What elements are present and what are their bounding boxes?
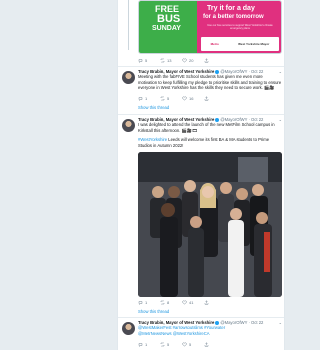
like-count: 16 [189, 96, 194, 101]
share-icon [204, 58, 209, 63]
avatar[interactable] [122, 119, 135, 132]
tweet-actions: 5 13 20 [138, 58, 248, 64]
verified-badge-icon [215, 117, 220, 122]
retweet-icon [160, 58, 165, 63]
heart-icon [182, 58, 187, 63]
share-button[interactable] [204, 96, 209, 101]
ad-sponsor-strip: Metro West Yorkshire Mayor [201, 37, 279, 51]
like-button[interactable]: 5 [182, 342, 191, 347]
ad-bus-text: BUS [157, 13, 181, 25]
like-button[interactable]: 41 [182, 300, 193, 305]
share-button[interactable] [204, 58, 209, 63]
author-handle[interactable]: @MayorOfWY · Oct 22 [220, 320, 263, 325]
like-count: 41 [189, 300, 194, 305]
reply-count: 1 [145, 342, 148, 347]
author-name[interactable]: Tracy Brabin, Mayor of West Yorkshire [138, 320, 214, 325]
retweet-button[interactable]: 5 [160, 96, 169, 101]
twitter-timeline: FREE BUS SUNDAY Try it for a day for a b… [117, 0, 285, 350]
show-thread-link[interactable]: Show this thread [138, 105, 169, 110]
share-button[interactable] [204, 300, 209, 305]
author-handle[interactable]: @MayorOfWY · Oct 22 [220, 117, 263, 122]
sponsor-metro-logo: Metro [210, 42, 219, 46]
reply-count: 1 [145, 96, 148, 101]
share-icon [204, 96, 209, 101]
chevron-down-icon[interactable]: ⌄ [279, 320, 282, 325]
hashtag-link[interactable]: @WestMakerFest #arrowsoutslims #Yourwate… [138, 325, 238, 336]
tweet-text: I was delighted to attend the launch of … [138, 122, 275, 133]
ad-sunday-text: SUNDAY [152, 25, 181, 32]
chevron-down-icon[interactable]: ⌄ [279, 117, 282, 122]
share-button[interactable] [204, 342, 209, 347]
share-icon [204, 342, 209, 347]
reply-count: 1 [145, 300, 148, 305]
sponsor-mayor-logo: West Yorkshire Mayor [238, 42, 270, 46]
tweet-actions: 1 8 41 [138, 300, 248, 306]
author-handle[interactable]: @MayorOfWY · Oct 22 [220, 69, 263, 74]
reply-count: 5 [145, 58, 148, 63]
tweet-free-bus-sunday[interactable]: FREE BUS SUNDAY Try it for a day for a b… [118, 0, 284, 67]
ad-headline-1: Try it for a day [207, 5, 255, 12]
retweet-count: 5 [167, 96, 170, 101]
ad-pink-panel: Try it for a day for a better tomorrow U… [197, 1, 281, 53]
author-name[interactable]: Tracy Brabin, Mayor of West Yorkshire [138, 117, 214, 122]
avatar[interactable] [122, 322, 135, 335]
retweet-icon [160, 342, 165, 347]
free-bus-sunday-ad-image[interactable]: FREE BUS SUNDAY Try it for a day for a b… [138, 0, 282, 54]
reply-icon [138, 97, 143, 101]
reply-button[interactable]: 1 [138, 96, 147, 101]
retweet-button[interactable]: 13 [160, 58, 171, 63]
author-name[interactable]: Tracy Brabin, Mayor of West Yorkshire [138, 69, 214, 74]
retweet-count: 5 [167, 342, 170, 347]
tweet-photo[interactable] [138, 152, 282, 297]
tweet-metfilm-launch[interactable]: Tracy Brabin, Mayor of West Yorkshire @Ma… [118, 115, 284, 318]
verified-badge-icon [215, 69, 220, 74]
like-count: 5 [189, 342, 192, 347]
ad-headline-2: for a better tomorrow [203, 14, 264, 20]
like-count: 20 [189, 58, 194, 63]
show-thread-link[interactable]: Show this thread [138, 309, 169, 314]
reply-icon [138, 301, 143, 305]
reply-button[interactable]: 1 [138, 342, 147, 347]
reply-button[interactable]: 5 [138, 58, 147, 63]
tweet-actions: 1 5 5 [138, 342, 248, 348]
heart-icon [182, 342, 187, 347]
retweet-icon [160, 96, 165, 101]
tweet-text-secondary: #WestYorkshire Leeds will welcome its fi… [138, 137, 282, 148]
tweet-text: Meeting with the fabFIVE School students… [138, 74, 282, 91]
avatar[interactable] [122, 71, 135, 84]
retweet-button[interactable]: 8 [160, 300, 169, 305]
tweet-actions: 1 5 16 [138, 96, 248, 102]
like-button[interactable]: 20 [182, 58, 193, 63]
hashtag-link[interactable]: #WestYorkshire [138, 137, 167, 142]
ad-green-panel: FREE BUS SUNDAY [139, 1, 197, 53]
like-button[interactable]: 16 [182, 96, 193, 101]
ad-fine-print: Use our free services to support West Yo… [207, 24, 273, 30]
retweet-icon [160, 300, 165, 305]
heart-icon [182, 300, 187, 305]
chevron-down-icon[interactable]: ⌄ [279, 69, 282, 74]
reply-icon [138, 343, 143, 347]
heart-icon [182, 96, 187, 101]
reply-button[interactable]: 1 [138, 300, 147, 305]
group-photo [138, 152, 282, 297]
verified-badge-icon [215, 320, 220, 325]
retweet-button[interactable]: 5 [160, 342, 169, 347]
retweet-count: 8 [167, 300, 170, 305]
retweet-count: 13 [167, 58, 172, 63]
reply-icon [138, 59, 143, 63]
thread-connector [128, 0, 129, 50]
tweet-skills-pledge[interactable]: Tracy Brabin, Mayor of West Yorkshire @Ma… [118, 67, 284, 115]
share-icon [204, 300, 209, 305]
tweet-westmakerfest[interactable]: Tracy Brabin, Mayor of West Yorkshire @Ma… [118, 318, 284, 350]
